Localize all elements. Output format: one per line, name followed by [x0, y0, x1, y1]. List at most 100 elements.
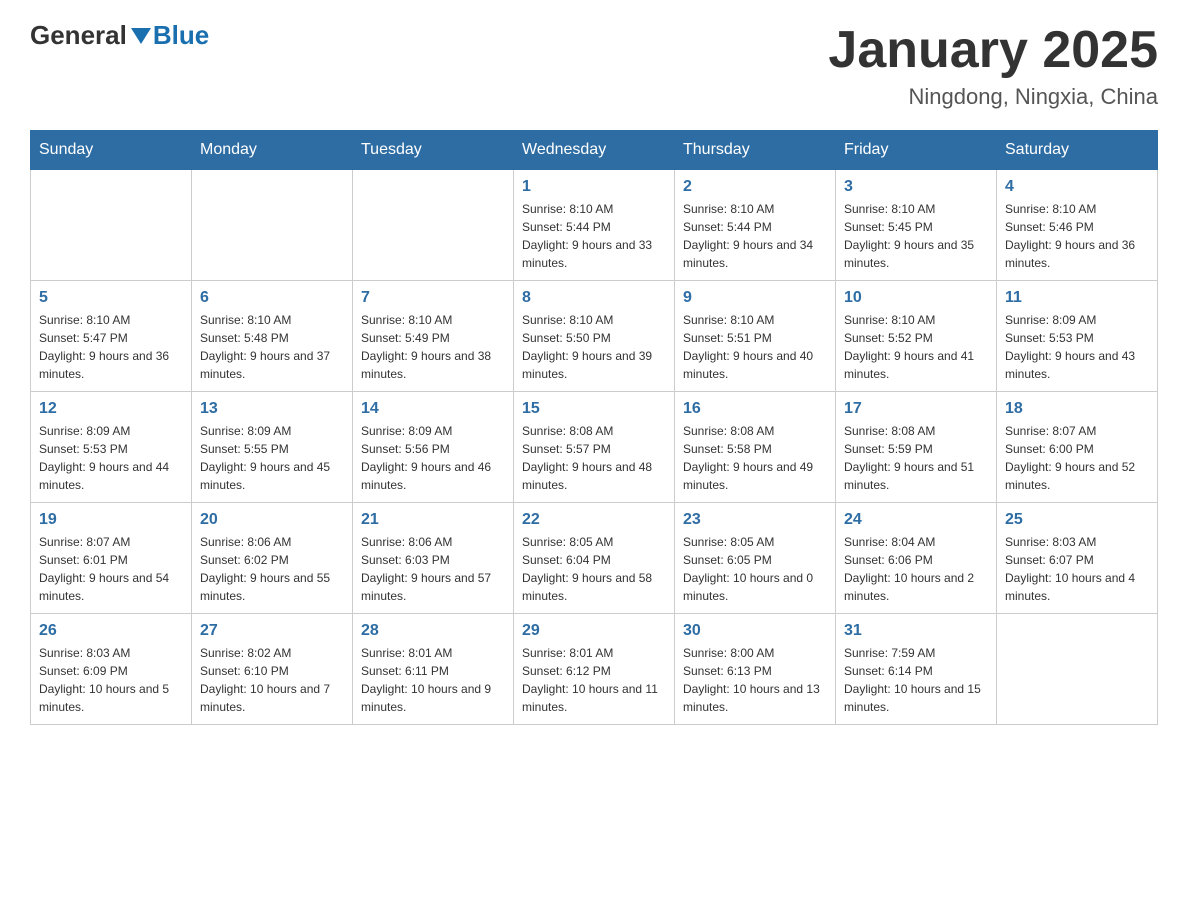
day-of-week-header: Saturday — [997, 131, 1158, 170]
day-info: Sunrise: 8:10 AMSunset: 5:44 PMDaylight:… — [683, 200, 827, 272]
calendar-day-cell: 22 Sunrise: 8:05 AMSunset: 6:04 PMDayligh… — [514, 503, 675, 614]
day-number: 19 — [39, 511, 183, 529]
day-number: 30 — [683, 622, 827, 640]
day-number: 12 — [39, 400, 183, 418]
calendar-day-cell: 11 Sunrise: 8:09 AMSunset: 5:53 PMDayligh… — [997, 281, 1158, 392]
day-info: Sunrise: 8:08 AMSunset: 5:57 PMDaylight:… — [522, 422, 666, 494]
calendar-title: January 2025 — [828, 20, 1158, 80]
day-of-week-header: Wednesday — [514, 131, 675, 170]
title-section: January 2025 Ningdong, Ningxia, China — [828, 20, 1158, 110]
calendar-week-row: 19 Sunrise: 8:07 AMSunset: 6:01 PMDayligh… — [31, 503, 1158, 614]
day-number: 20 — [200, 511, 344, 529]
day-number: 4 — [1005, 178, 1149, 196]
day-number: 8 — [522, 289, 666, 307]
logo: General Blue — [30, 20, 209, 51]
page-header: General Blue January 2025 Ningdong, Ning… — [30, 20, 1158, 110]
day-info: Sunrise: 8:09 AMSunset: 5:53 PMDaylight:… — [39, 422, 183, 494]
calendar-day-cell: 31 Sunrise: 7:59 AMSunset: 6:14 PMDayligh… — [836, 614, 997, 725]
day-info: Sunrise: 8:10 AMSunset: 5:50 PMDaylight:… — [522, 311, 666, 383]
day-number: 31 — [844, 622, 988, 640]
day-number: 15 — [522, 400, 666, 418]
day-of-week-header: Tuesday — [353, 131, 514, 170]
logo-triangle-icon — [131, 28, 151, 44]
day-info: Sunrise: 8:09 AMSunset: 5:55 PMDaylight:… — [200, 422, 344, 494]
calendar-day-cell: 14 Sunrise: 8:09 AMSunset: 5:56 PMDayligh… — [353, 392, 514, 503]
day-number: 29 — [522, 622, 666, 640]
day-number: 11 — [1005, 289, 1149, 307]
calendar-day-cell: 3Sunrise: 8:10 AMSunset: 5:45 PMDaylight… — [836, 170, 997, 281]
day-info: Sunrise: 8:01 AMSunset: 6:11 PMDaylight:… — [361, 644, 505, 716]
calendar-day-cell: 15 Sunrise: 8:08 AMSunset: 5:57 PMDayligh… — [514, 392, 675, 503]
day-info: Sunrise: 8:00 AMSunset: 6:13 PMDaylight:… — [683, 644, 827, 716]
calendar-day-cell: 18 Sunrise: 8:07 AMSunset: 6:00 PMDayligh… — [997, 392, 1158, 503]
calendar-day-cell: 8 Sunrise: 8:10 AMSunset: 5:50 PMDaylight… — [514, 281, 675, 392]
day-info: Sunrise: 8:10 AMSunset: 5:48 PMDaylight:… — [200, 311, 344, 383]
day-info: Sunrise: 8:10 AMSunset: 5:46 PMDaylight:… — [1005, 200, 1149, 272]
calendar-day-cell: 1Sunrise: 8:10 AMSunset: 5:44 PMDaylight… — [514, 170, 675, 281]
calendar-day-cell: 23Sunrise: 8:05 AMSunset: 6:05 PMDayligh… — [675, 503, 836, 614]
calendar-day-cell: 28Sunrise: 8:01 AMSunset: 6:11 PMDayligh… — [353, 614, 514, 725]
day-of-week-header: Thursday — [675, 131, 836, 170]
day-info: Sunrise: 8:05 AMSunset: 6:04 PMDaylight:… — [522, 533, 666, 605]
day-number: 1 — [522, 178, 666, 196]
day-of-week-header: Monday — [192, 131, 353, 170]
calendar-day-cell — [353, 170, 514, 281]
day-number: 2 — [683, 178, 827, 196]
calendar-day-cell: 5Sunrise: 8:10 AMSunset: 5:47 PMDaylight… — [31, 281, 192, 392]
logo-blue-text: Blue — [153, 20, 209, 51]
day-of-week-header: Sunday — [31, 131, 192, 170]
calendar-week-row: 26 Sunrise: 8:03 AMSunset: 6:09 PMDayligh… — [31, 614, 1158, 725]
calendar-day-cell: 27 Sunrise: 8:02 AMSunset: 6:10 PMDayligh… — [192, 614, 353, 725]
day-number: 16 — [683, 400, 827, 418]
calendar-day-cell: 29 Sunrise: 8:01 AMSunset: 6:12 PMDayligh… — [514, 614, 675, 725]
logo-general-text: General — [30, 20, 127, 51]
calendar-day-cell: 21 Sunrise: 8:06 AMSunset: 6:03 PMDayligh… — [353, 503, 514, 614]
day-number: 18 — [1005, 400, 1149, 418]
day-info: Sunrise: 8:09 AMSunset: 5:53 PMDaylight:… — [1005, 311, 1149, 383]
day-number: 27 — [200, 622, 344, 640]
calendar-day-cell — [192, 170, 353, 281]
day-info: Sunrise: 8:05 AMSunset: 6:05 PMDaylight:… — [683, 533, 827, 605]
day-number: 21 — [361, 511, 505, 529]
calendar-day-cell: 13Sunrise: 8:09 AMSunset: 5:55 PMDayligh… — [192, 392, 353, 503]
day-info: Sunrise: 8:07 AMSunset: 6:00 PMDaylight:… — [1005, 422, 1149, 494]
day-number: 22 — [522, 511, 666, 529]
day-info: Sunrise: 8:06 AMSunset: 6:02 PMDaylight:… — [200, 533, 344, 605]
calendar-day-cell: 25 Sunrise: 8:03 AMSunset: 6:07 PMDayligh… — [997, 503, 1158, 614]
day-info: Sunrise: 8:08 AMSunset: 5:58 PMDaylight:… — [683, 422, 827, 494]
calendar-week-row: 1 Sunrise: 8:10 AMSunset: 5:44 PMDaylight… — [31, 170, 1158, 281]
day-number: 17 — [844, 400, 988, 418]
calendar-day-cell: 4 Sunrise: 8:10 AMSunset: 5:46 PMDaylight… — [997, 170, 1158, 281]
day-number: 9 — [683, 289, 827, 307]
day-number: 26 — [39, 622, 183, 640]
calendar-day-cell: 6 Sunrise: 8:10 AMSunset: 5:48 PMDaylight… — [192, 281, 353, 392]
day-info: Sunrise: 8:07 AMSunset: 6:01 PMDaylight:… — [39, 533, 183, 605]
day-info: Sunrise: 8:01 AMSunset: 6:12 PMDaylight:… — [522, 644, 666, 716]
day-info: Sunrise: 8:03 AMSunset: 6:09 PMDaylight:… — [39, 644, 183, 716]
day-info: Sunrise: 8:10 AMSunset: 5:49 PMDaylight:… — [361, 311, 505, 383]
calendar-day-cell — [997, 614, 1158, 725]
day-number: 6 — [200, 289, 344, 307]
calendar-day-cell: 9 Sunrise: 8:10 AMSunset: 5:51 PMDaylight… — [675, 281, 836, 392]
day-number: 14 — [361, 400, 505, 418]
calendar-table: SundayMondayTuesdayWednesdayThursdayFrid… — [30, 130, 1158, 725]
day-info: Sunrise: 8:04 AMSunset: 6:06 PMDaylight:… — [844, 533, 988, 605]
calendar-day-cell: 12 Sunrise: 8:09 AMSunset: 5:53 PMDayligh… — [31, 392, 192, 503]
day-info: Sunrise: 8:02 AMSunset: 6:10 PMDaylight:… — [200, 644, 344, 716]
calendar-day-cell: 7Sunrise: 8:10 AMSunset: 5:49 PMDaylight… — [353, 281, 514, 392]
calendar-day-cell: 17 Sunrise: 8:08 AMSunset: 5:59 PMDayligh… — [836, 392, 997, 503]
day-info: Sunrise: 8:03 AMSunset: 6:07 PMDaylight:… — [1005, 533, 1149, 605]
day-info: Sunrise: 8:09 AMSunset: 5:56 PMDaylight:… — [361, 422, 505, 494]
day-of-week-header: Friday — [836, 131, 997, 170]
day-number: 25 — [1005, 511, 1149, 529]
calendar-day-cell: 10Sunrise: 8:10 AMSunset: 5:52 PMDayligh… — [836, 281, 997, 392]
calendar-day-cell — [31, 170, 192, 281]
calendar-day-cell: 19 Sunrise: 8:07 AMSunset: 6:01 PMDayligh… — [31, 503, 192, 614]
day-info: Sunrise: 8:08 AMSunset: 5:59 PMDaylight:… — [844, 422, 988, 494]
calendar-subtitle: Ningdong, Ningxia, China — [828, 84, 1158, 110]
day-info: Sunrise: 7:59 AMSunset: 6:14 PMDaylight:… — [844, 644, 988, 716]
day-number: 5 — [39, 289, 183, 307]
day-info: Sunrise: 8:10 AMSunset: 5:51 PMDaylight:… — [683, 311, 827, 383]
day-info: Sunrise: 8:10 AMSunset: 5:45 PMDaylight:… — [844, 200, 988, 272]
day-info: Sunrise: 8:06 AMSunset: 6:03 PMDaylight:… — [361, 533, 505, 605]
